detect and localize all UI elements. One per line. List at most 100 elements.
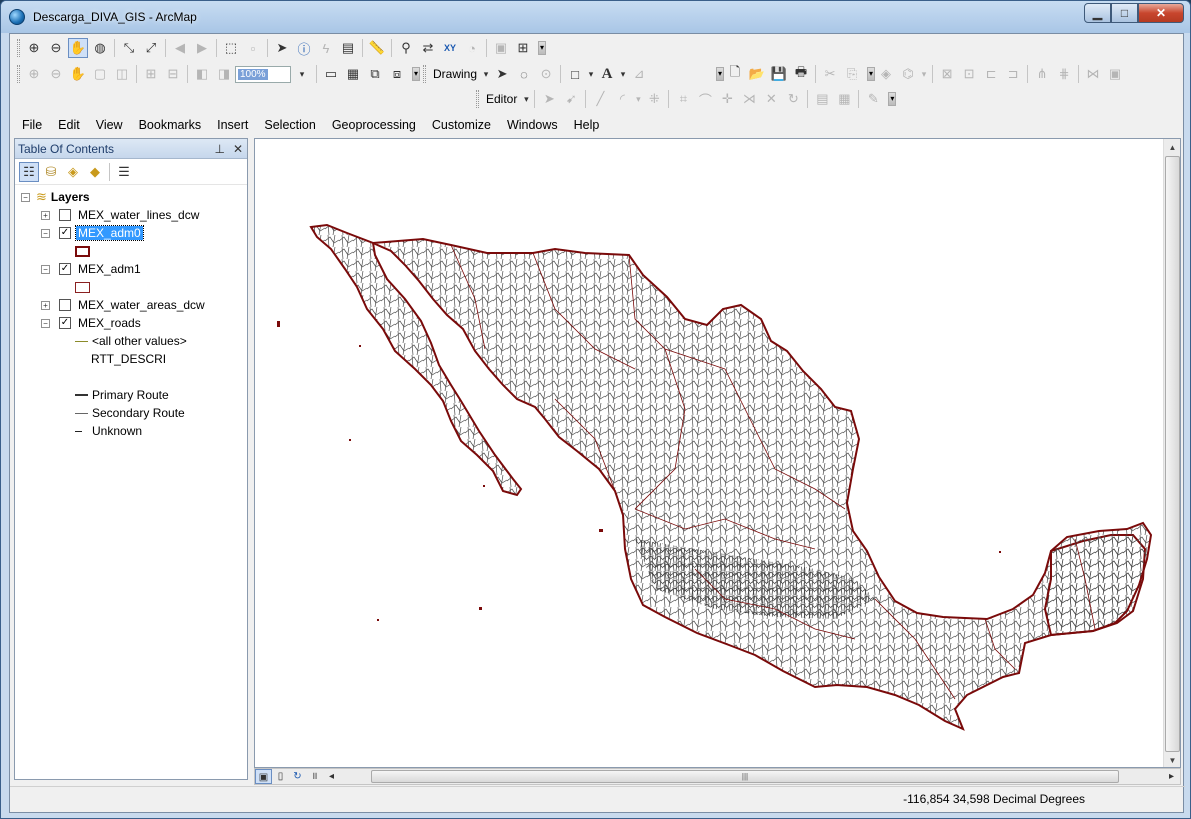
collapse-icon[interactable]: − [41, 318, 50, 328]
cut-icon[interactable]: ✂ [820, 64, 840, 84]
full-extent-globe-icon[interactable]: ◍ [90, 38, 110, 58]
refresh-view-icon[interactable]: ↻ [289, 769, 306, 784]
trim-icon[interactable]: ⊐ [1003, 64, 1023, 84]
mexico-map[interactable] [255, 139, 1165, 768]
legend-row[interactable]: Secondary Route [75, 404, 185, 422]
layer-row[interactable]: − ✓ MEX_roads [41, 314, 143, 332]
topology-icon[interactable]: ⌬ [898, 64, 918, 84]
list-by-visibility-icon[interactable]: ◈ [63, 162, 83, 182]
change-layout-icon[interactable]: ⧉ [365, 64, 385, 84]
toggle-draft-mode-icon[interactable]: ▭ [321, 64, 341, 84]
text-dropdown-icon[interactable]: ▾ [619, 64, 627, 84]
layer-name[interactable]: MEX_water_areas_dcw [76, 298, 207, 312]
clear-selection-icon[interactable]: ▫ [243, 38, 263, 58]
back-extent-icon[interactable]: ◀ [170, 38, 190, 58]
menu-bookmarks[interactable]: Bookmarks [131, 118, 210, 132]
select-elements-arrow-icon[interactable]: ➤ [272, 38, 292, 58]
scroll-down-arrow-icon[interactable]: ▼ [1164, 752, 1180, 767]
editor-dropdown-icon[interactable]: ▾ [522, 89, 530, 109]
layout-fixed-zoom-in-icon[interactable]: ⊞ [141, 64, 161, 84]
create-viewer-window-icon[interactable]: ▣ [491, 38, 511, 58]
layer-row[interactable]: − ✓ MEX_adm0 [41, 224, 144, 242]
close-button[interactable]: ✕ [1138, 3, 1184, 23]
layer-name[interactable]: MEX_adm1 [76, 262, 143, 276]
reshape-feature-icon[interactable]: ⌒ [695, 89, 715, 109]
menu-windows[interactable]: Windows [499, 118, 566, 132]
select-features-icon[interactable]: ⬚ [221, 38, 241, 58]
menu-edit[interactable]: Edit [50, 118, 88, 132]
map-vertical-scrollbar[interactable]: ▲ ▼ [1163, 139, 1180, 767]
toolbar-grip[interactable] [423, 65, 426, 83]
layer-visibility-checkbox[interactable]: ✓ [59, 317, 71, 329]
layer-row[interactable]: + MEX_water_lines_dcw [41, 206, 201, 224]
title-bar[interactable]: Descarga_DIVA_GIS - ArcMap ▁ □ ✕ [1, 1, 1190, 33]
layer-visibility-checkbox[interactable]: ✓ [59, 227, 71, 239]
legend-row[interactable]: Unknown [75, 422, 142, 440]
toolbar-options-chevron-icon[interactable]: ▾ [888, 92, 897, 106]
toolbar-grip[interactable] [476, 90, 479, 108]
rotate-tool-icon[interactable]: ↻ [783, 89, 803, 109]
select-elements-icon[interactable]: ➤ [492, 64, 512, 84]
layer-visibility-checkbox[interactable] [59, 209, 71, 221]
menu-file[interactable]: File [14, 118, 50, 132]
data-view-toggle-icon[interactable]: ▣ [255, 769, 272, 784]
fixed-zoom-out-icon[interactable]: ⤢ [141, 38, 161, 58]
edit-vertices-icon[interactable]: ⊿ [629, 64, 649, 84]
layer-name[interactable]: MEX_roads [76, 316, 143, 330]
yucatan-peninsula-polygon[interactable] [1043, 521, 1153, 637]
straight-segment-icon[interactable]: ╱ [590, 89, 610, 109]
menu-customize[interactable]: Customize [424, 118, 499, 132]
legend-row[interactable]: <all other values> [75, 332, 187, 350]
drawing-dropdown-icon[interactable]: ▾ [482, 64, 490, 84]
expand-icon[interactable]: + [41, 300, 50, 310]
combo-dropdown-icon[interactable]: ▾ [292, 64, 312, 84]
html-popup-icon[interactable]: ▤ [338, 38, 358, 58]
cogo-icon[interactable]: ⋔ [1032, 64, 1052, 84]
legend-row[interactable] [75, 242, 90, 260]
advanced-edit-icon[interactable]: ⊡ [959, 64, 979, 84]
save-icon[interactable]: 💾 [769, 64, 789, 84]
layer-row[interactable]: + MEX_water_areas_dcw [41, 296, 207, 314]
trace-icon[interactable]: ⁜ [644, 89, 664, 109]
maximize-button[interactable]: □ [1111, 3, 1138, 23]
layout-zoom-in-icon[interactable]: ⊕ [24, 64, 44, 84]
collapse-icon[interactable]: − [21, 192, 30, 202]
find-binoculars-icon[interactable]: ⚲ [396, 38, 416, 58]
data-driven-pages-icon[interactable]: ⧈ [387, 64, 407, 84]
zoom-to-selected-elements-icon[interactable]: ⊙ [536, 64, 556, 84]
attributes-icon[interactable]: ▤ [812, 89, 832, 109]
rotate-icon[interactable]: ◌ [514, 64, 534, 84]
sketch-properties-icon[interactable]: ▦ [834, 89, 854, 109]
go-to-xy-icon[interactable]: XY [440, 38, 460, 58]
layer-name[interactable]: MEX_adm0 [75, 225, 144, 241]
layout-back-icon[interactable]: ◧ [192, 64, 212, 84]
layout-view-toggle-icon[interactable]: ▯ [272, 769, 289, 784]
polygon-symbol-swatch[interactable] [75, 281, 90, 293]
zoom-out-icon[interactable]: ⊖ [46, 38, 66, 58]
split-tool-icon[interactable]: ⋊ [739, 89, 759, 109]
copy-icon[interactable]: ⎘ [842, 64, 862, 84]
pan-hand-icon[interactable]: ✋ [68, 38, 88, 58]
layout-zoom-whole-page-icon[interactable]: ▢ [90, 64, 110, 84]
text-tool-icon[interactable]: A [597, 64, 617, 84]
pin-icon[interactable]: ⊥ [214, 142, 224, 156]
cogo-report-icon[interactable]: ⋕ [1054, 64, 1074, 84]
edit-annotation-icon[interactable]: ➹ [561, 89, 581, 109]
minimize-button[interactable]: ▁ [1084, 3, 1111, 23]
edit-tool-icon[interactable]: ➤ [539, 89, 559, 109]
polygon-symbol-swatch[interactable] [75, 245, 90, 257]
fixed-zoom-in-icon[interactable]: ⤡ [119, 38, 139, 58]
magnifier-window-icon[interactable]: ⊞ [513, 38, 533, 58]
toolbar-options-chevron-icon[interactable]: ▾ [867, 67, 876, 81]
menu-help[interactable]: Help [566, 118, 608, 132]
end-point-arc-icon[interactable]: ◜ [612, 89, 632, 109]
list-by-source-icon[interactable]: ⛁ [41, 162, 61, 182]
construction-dropdown-icon[interactable]: ▾ [634, 89, 642, 109]
georeferencing-icon[interactable]: ◈ [876, 64, 896, 84]
identify-icon[interactable]: ⓘ [294, 38, 314, 58]
new-document-icon[interactable]: 🗋 [725, 64, 745, 84]
rectangle-tool-icon[interactable]: □ [565, 64, 585, 84]
list-by-selection-icon[interactable]: ◆ [85, 162, 105, 182]
rectangle-dropdown-icon[interactable]: ▾ [587, 64, 595, 84]
time-slider-icon[interactable]: ◔ [462, 38, 482, 58]
